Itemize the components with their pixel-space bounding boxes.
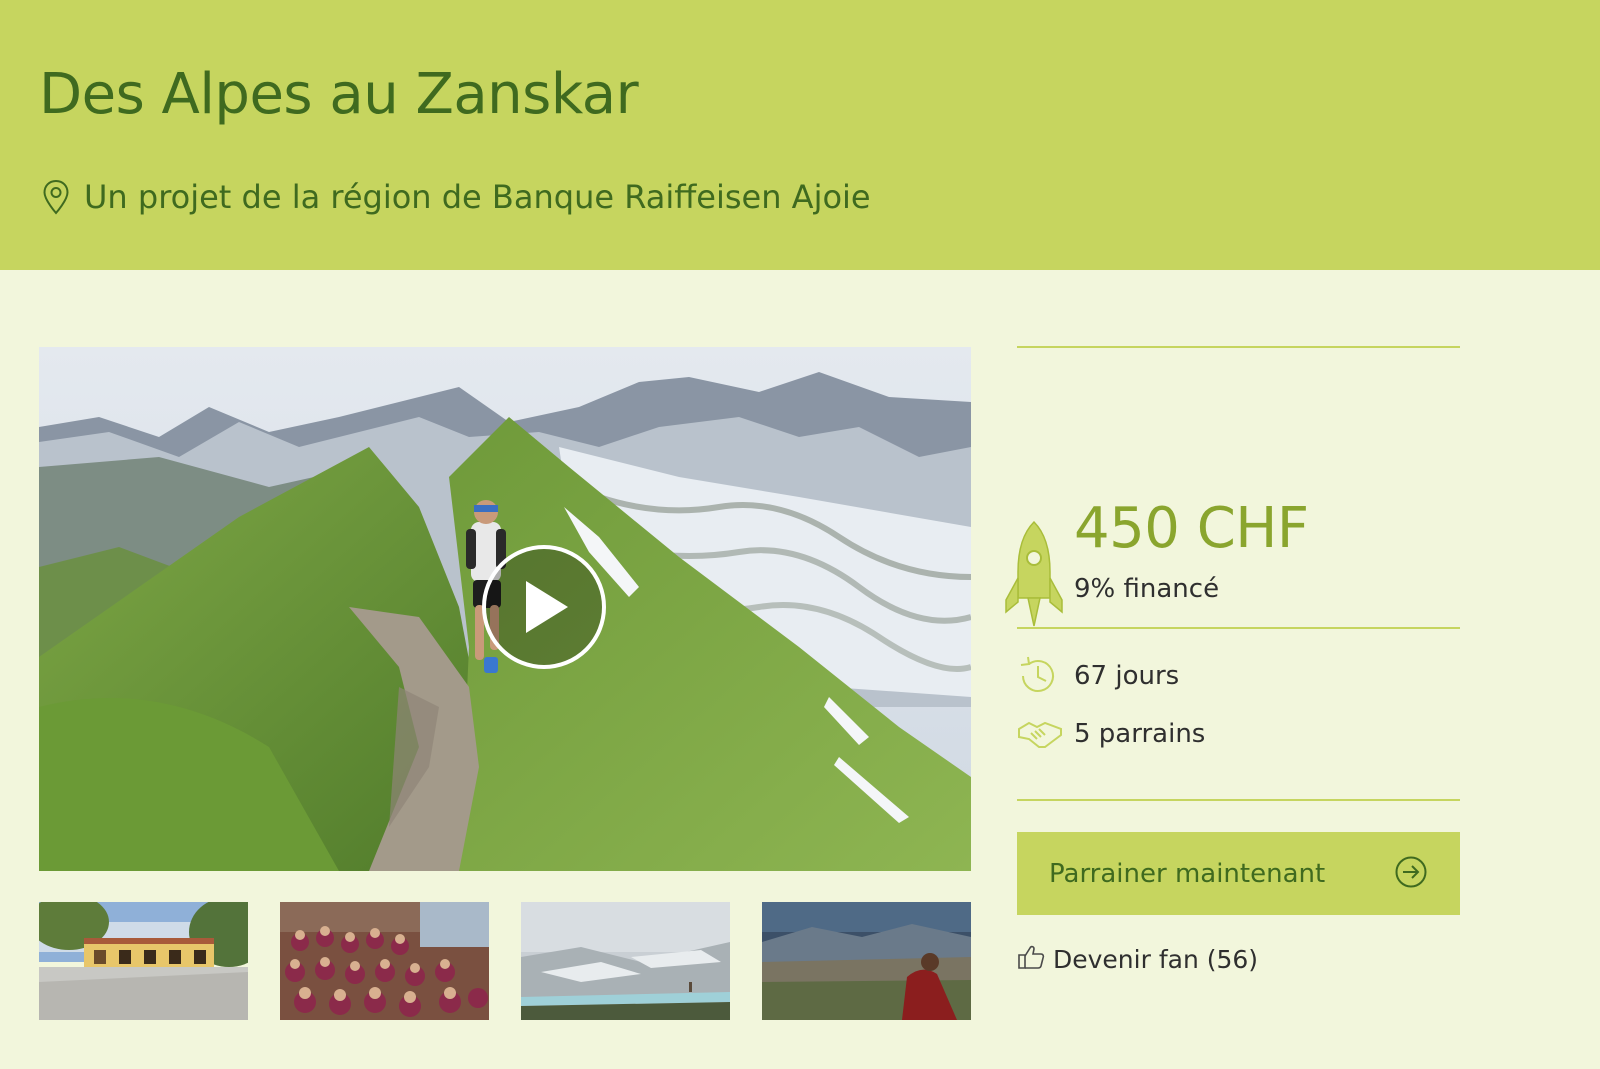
sponsor-now-label: Parrainer maintenant (1049, 858, 1326, 889)
page-header: Des Alpes au Zanskar Un projet de la rég… (0, 0, 1600, 270)
become-fan-label: Devenir fan (56) (1053, 944, 1259, 974)
clock-history-icon (1017, 655, 1074, 697)
thumbnail-glacier-fog[interactable] (521, 902, 730, 1020)
play-icon (526, 581, 568, 633)
thumbnail-monk-valley[interactable] (762, 902, 971, 1020)
divider-bottom (1017, 799, 1460, 801)
region-label: Un projet de la région de Banque Raiffei… (84, 178, 871, 216)
project-title: Des Alpes au Zanskar (39, 62, 639, 127)
divider-top (1017, 346, 1460, 348)
thumbnail-classroom-children[interactable] (280, 902, 489, 1020)
play-button[interactable] (482, 545, 606, 669)
thumbnail-school-building[interactable] (39, 902, 248, 1020)
handshake-icon (1017, 717, 1074, 751)
location-pin-icon (42, 179, 70, 215)
become-fan-link[interactable]: Devenir fan (56) (1017, 944, 1258, 974)
thumbnail-strip (39, 902, 971, 1020)
sponsor-count: 5 parrains (1017, 717, 1205, 751)
sponsor-now-button[interactable]: Parrainer maintenant (1017, 832, 1460, 915)
days-label: 67 jours (1074, 661, 1180, 691)
project-region: Un projet de la région de Banque Raiffei… (42, 178, 871, 216)
project-video[interactable] (39, 347, 971, 871)
thumbs-up-icon (1017, 944, 1045, 974)
sponsors-label: 5 parrains (1074, 719, 1206, 749)
arrow-right-circle-icon (1394, 855, 1428, 893)
funded-percentage: 9% financé (1074, 574, 1220, 604)
days-remaining: 67 jours (1017, 655, 1179, 697)
funding-amount: 450 CHF (1074, 496, 1309, 561)
funding-progress-divider (1017, 627, 1460, 629)
rocket-icon (1004, 520, 1064, 632)
